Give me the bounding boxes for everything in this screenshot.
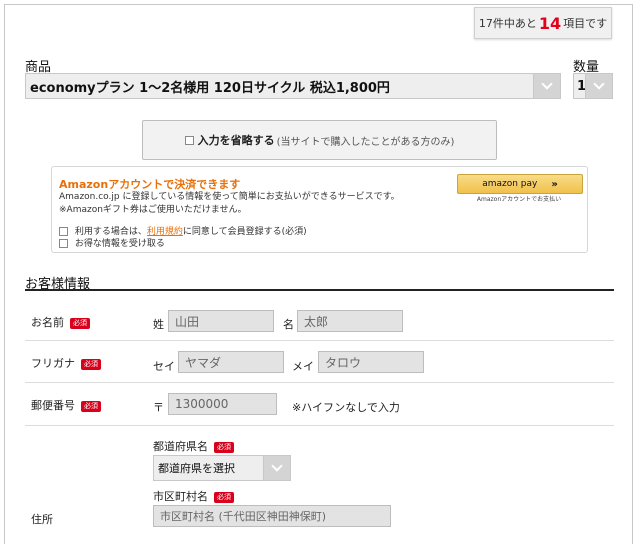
zip-input[interactable]: 1300000 [168, 393, 277, 415]
section-divider [25, 289, 614, 291]
required-badge: 必須 [81, 400, 101, 412]
kana-last-input[interactable]: ヤマダ [178, 351, 284, 373]
newsletter-row: お得な情報を受け取る [59, 236, 165, 249]
newsletter-checkbox[interactable] [59, 239, 68, 248]
product-select[interactable]: economyプラン 1〜2名様用 120日サイクル 税込1,800円 [25, 73, 561, 99]
last-name-input[interactable]: 山田 [168, 310, 274, 332]
kana-first-input[interactable]: タロウ [318, 351, 424, 373]
kana-field-label: フリガナ 必須 [31, 355, 101, 371]
required-badge: 必須 [81, 358, 101, 370]
zip-field-label: 郵便番号 必須 [31, 397, 101, 413]
kana-first-label: メイ [292, 360, 314, 373]
name-field-label: お名前 必須 [31, 314, 90, 330]
amazon-pay-panel: Amazonアカウントで決済できます Amazon.co.jp に登録している情… [51, 166, 588, 253]
newsletter-label: お得な情報を受け取る [74, 239, 165, 249]
address-label: 住所 [31, 513, 53, 526]
chevron-down-icon [263, 456, 290, 480]
first-name-label: 名 [283, 318, 294, 331]
amazon-pay-logo: amazon pay [482, 179, 538, 189]
amazon-description: Amazon.co.jp に登録している情報を使って簡単にお支払いができるサービ… [59, 191, 400, 217]
row-divider [25, 425, 614, 426]
amazon-desc-line2: ※Amazonギフト券はご使用いただけません。 [59, 205, 247, 215]
chevron-down-icon [585, 74, 612, 98]
amazon-pay-button[interactable]: amazon pay » [457, 174, 583, 194]
remaining-items-badge: 17件中あと 14 項目です [474, 7, 612, 39]
postal-mark: 〒 [153, 401, 164, 414]
kana-label: フリガナ [31, 357, 75, 370]
zip-label: 郵便番号 [31, 399, 75, 412]
prefecture-select[interactable]: 都道府県を選択 [153, 455, 291, 481]
row-divider [25, 382, 614, 383]
double-chevron-right-icon: » [551, 178, 558, 190]
first-name-input[interactable]: 太郎 [297, 310, 403, 332]
zip-note: ※ハイフンなしで入力 [292, 401, 400, 414]
omit-input-button[interactable]: 入力を省略する (当サイトで購入したことがある方のみ) [142, 120, 497, 160]
city-label: 市区町村名 [153, 490, 208, 503]
progress-prefix: 17件中あと [478, 17, 537, 30]
required-badge: 必須 [70, 317, 90, 329]
pref-field-label: 都道府県名 必須 [153, 438, 234, 454]
required-badge: 必須 [214, 491, 234, 503]
name-label: お名前 [31, 316, 64, 329]
progress-suffix: 項目です [563, 17, 608, 30]
amazon-desc-line1: Amazon.co.jp に登録している情報を使って簡単にお支払いができるサービ… [59, 192, 400, 202]
product-selected-value: economyプラン 1〜2名様用 120日サイクル 税込1,800円 [30, 80, 390, 96]
row-divider [25, 340, 614, 341]
amazon-consent-post: に同意して会員登録する(必須) [182, 227, 307, 237]
omit-label: 入力を省略する [197, 134, 275, 147]
chevron-down-icon [533, 74, 560, 98]
amazon-consent-checkbox[interactable] [59, 227, 68, 236]
amazon-pay-caption: Amazonアカウントでお支払い [476, 196, 562, 203]
city-input[interactable]: 市区町村名 (千代田区神田神保町) [153, 505, 391, 527]
kana-last-label: セイ [153, 360, 175, 373]
progress-count: 14 [538, 13, 562, 33]
required-badge: 必須 [214, 441, 234, 453]
pref-label: 都道府県名 [153, 440, 208, 453]
quantity-select[interactable]: 1 [573, 73, 613, 99]
prefecture-selected-value: 都道府県を選択 [158, 462, 235, 475]
city-field-label: 市区町村名 必須 [153, 488, 234, 504]
amazon-title: Amazonアカウントで決済できます [59, 178, 241, 191]
omit-checkbox[interactable] [184, 135, 194, 145]
last-name-label: 姓 [153, 318, 164, 331]
omit-sub-label: (当サイトで購入したことがある方のみ) [276, 136, 455, 148]
